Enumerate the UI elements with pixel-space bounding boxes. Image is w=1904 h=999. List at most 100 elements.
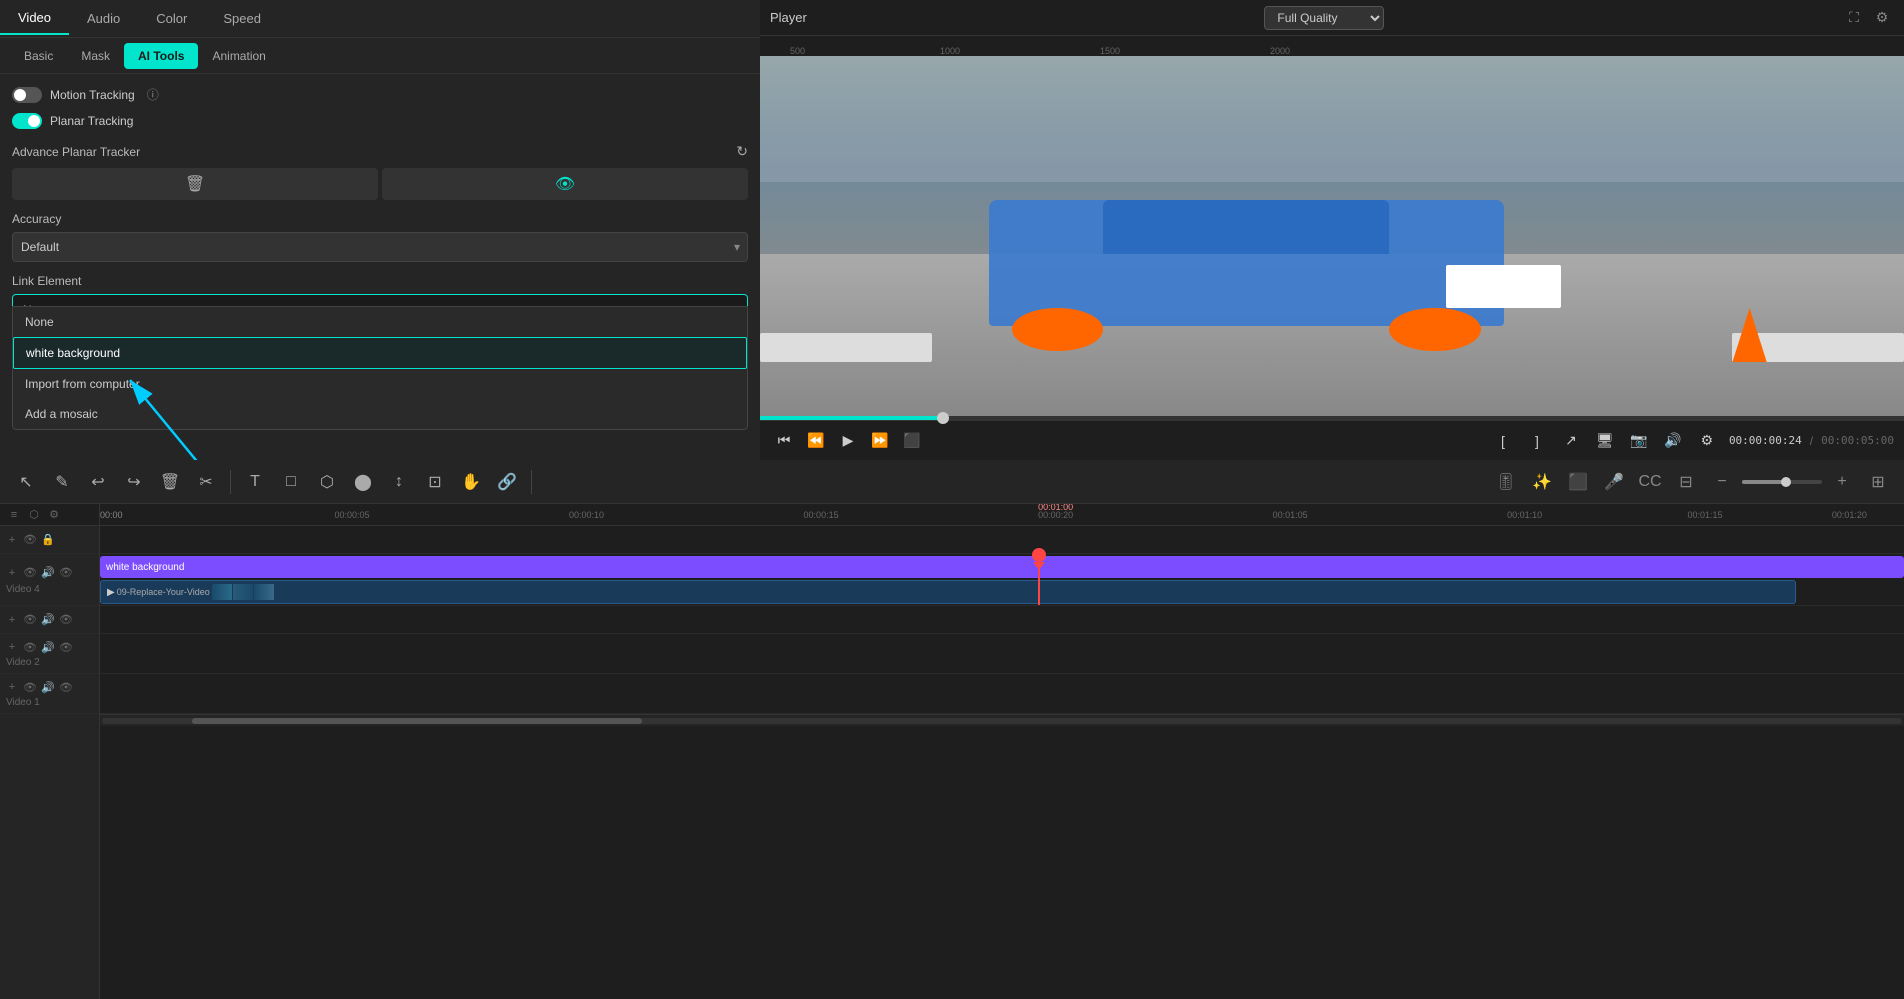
link-tool-button[interactable]: 🔗 xyxy=(491,466,523,498)
timeline-left-sidebar: ≡ ⬡ ⚙ + 👁 🔒 + 👁 🔊 👁 Video 4 + xyxy=(0,504,100,999)
caption-button[interactable]: CC xyxy=(1634,466,1666,498)
add-track-button[interactable]: ≡ xyxy=(6,507,22,523)
mid-eye-btn[interactable]: 👁 xyxy=(22,612,38,628)
cog-track-button[interactable]: ⚙ xyxy=(46,507,62,523)
motion-tracking-info-icon: ⓘ xyxy=(147,86,159,103)
progress-handle[interactable] xyxy=(937,412,949,424)
accuracy-select[interactable]: Default High Low xyxy=(12,232,748,262)
edit-tool-button[interactable]: ✎ xyxy=(46,466,78,498)
dropdown-option-import[interactable]: Import from computer xyxy=(13,369,747,399)
motion-tracking-label: Motion Tracking xyxy=(50,88,135,102)
monitor-icon[interactable]: 🖥 xyxy=(1591,427,1619,455)
mid-audio-btn[interactable]: 🔊 xyxy=(40,612,56,628)
tab-video[interactable]: Video xyxy=(0,2,69,35)
grid-view-button[interactable]: ⊞ xyxy=(1862,466,1894,498)
v2-add-btn[interactable]: + xyxy=(4,639,20,655)
dropdown-option-mosaic[interactable]: Add a mosaic xyxy=(13,399,747,429)
fx-button[interactable]: ✨ xyxy=(1526,466,1558,498)
transform-tool-button[interactable]: ↕ xyxy=(383,466,415,498)
fullscreen-icon[interactable]: ⛶ xyxy=(1842,6,1866,30)
subtab-animation[interactable]: Animation xyxy=(198,43,279,69)
type-tool-button[interactable]: T xyxy=(239,466,271,498)
delete-tracker-button[interactable]: 🗑 xyxy=(12,168,378,200)
settings-icon[interactable]: ⚙ xyxy=(1870,6,1894,30)
zoom-plus-button[interactable]: + xyxy=(1826,466,1858,498)
audio-mix-button[interactable]: 🎚 xyxy=(1490,466,1522,498)
magnet-button[interactable]: ⬡ xyxy=(26,507,42,523)
undo-button[interactable]: ↩ xyxy=(82,466,114,498)
video-clip[interactable]: ▶ 09-Replace-Your-Video xyxy=(100,580,1796,604)
main-toolbar: ↖ ✎ ↩ ↪ 🗑 ✂ T □ ⬡ ⬤ ↕ ⊡ ✋ 🔗 🎚 ✨ ⬛ 🎤 CC ⊟… xyxy=(0,460,1904,504)
v1-eye-btn[interactable]: 👁 xyxy=(22,679,38,695)
mic-button[interactable]: 🎤 xyxy=(1598,466,1630,498)
delete-button[interactable]: 🗑 xyxy=(154,466,186,498)
v2-eye-btn[interactable]: 👁 xyxy=(22,639,38,655)
v4-vis-btn[interactable]: 👁 xyxy=(58,565,74,581)
white-background-clip[interactable]: white background xyxy=(100,556,1904,578)
crop-tool-button[interactable]: ⊡ xyxy=(419,466,451,498)
tab-color[interactable]: Color xyxy=(138,3,205,34)
bracket-left-icon[interactable]: [ xyxy=(1489,427,1517,455)
rect-tool-button[interactable]: □ xyxy=(275,466,307,498)
subtab-ai-tools[interactable]: AI Tools xyxy=(124,43,198,69)
zoom-minus-button[interactable]: − xyxy=(1706,466,1738,498)
current-time-display: 00:00:00:24 xyxy=(1729,434,1802,447)
track-add-btn-1[interactable]: + xyxy=(4,532,20,548)
volume-icon[interactable]: 🔊 xyxy=(1659,427,1687,455)
tab-speed[interactable]: Speed xyxy=(205,3,279,34)
mid-vis-btn[interactable]: 👁 xyxy=(58,612,74,628)
v1-audio-btn[interactable]: 🔊 xyxy=(40,679,56,695)
quality-select[interactable]: Full Quality Half Quality Quarter Qualit… xyxy=(1264,6,1384,30)
v4-audio-btn[interactable]: 🔊 xyxy=(40,565,56,581)
playback-icons-group: [ ] ↗ 🖥 📷 🔊 ⚙ xyxy=(1489,427,1721,455)
shape-tool-button[interactable]: ⬡ xyxy=(311,466,343,498)
playhead-marker xyxy=(1038,554,1040,605)
bracket-right-icon[interactable]: ] xyxy=(1523,427,1551,455)
track-row-clips: white background ▶ 09-Replace-Your-Video xyxy=(100,554,1904,606)
v4-add-btn[interactable]: + xyxy=(4,565,20,581)
refresh-icon[interactable]: ↻ xyxy=(736,143,748,160)
forward-frame-button[interactable]: ⏩ xyxy=(866,427,894,455)
circle-tool-button[interactable]: ⬤ xyxy=(347,466,379,498)
v1-add-btn[interactable]: + xyxy=(4,679,20,695)
v1-vis-btn[interactable]: 👁 xyxy=(58,679,74,695)
settings2-icon[interactable]: ⚙ xyxy=(1693,427,1721,455)
tab-audio[interactable]: Audio xyxy=(69,3,138,34)
time-separator: / xyxy=(1810,434,1813,448)
track-row-video2: + 👁 🔊 👁 Video 2 xyxy=(0,634,99,674)
v4-eye-btn[interactable]: 👁 xyxy=(22,565,38,581)
pan-tool-button[interactable]: ✋ xyxy=(455,466,487,498)
timeline-scrollbar[interactable] xyxy=(100,714,1904,726)
timeline-tracks-area: 00:00 00:00:05 00:00:10 00:00:15 00:00:2… xyxy=(100,504,1904,999)
planar-tracking-toggle[interactable] xyxy=(12,113,42,129)
v2-audio-btn[interactable]: 🔊 xyxy=(40,639,56,655)
track-lock-btn-1[interactable]: 🔒 xyxy=(40,532,56,548)
track-eye-btn-1[interactable]: 👁 xyxy=(22,532,38,548)
toolbar-separator-2 xyxy=(531,470,532,494)
split-button[interactable]: ✂ xyxy=(190,466,222,498)
redo-button[interactable]: ↪ xyxy=(118,466,150,498)
pip-button[interactable]: ⊟ xyxy=(1670,466,1702,498)
send-to-icon[interactable]: ↗ xyxy=(1557,427,1585,455)
dropdown-option-none[interactable]: None xyxy=(13,307,747,337)
sub-tabs-bar: Basic Mask AI Tools Animation xyxy=(0,38,760,74)
motion-tracking-toggle[interactable] xyxy=(12,87,42,103)
stop-button[interactable]: ⬛ xyxy=(898,427,926,455)
camera-icon[interactable]: 📷 xyxy=(1625,427,1653,455)
back-frame-button[interactable]: ⏪ xyxy=(802,427,830,455)
mid-add-btn[interactable]: + xyxy=(4,612,20,628)
select-tool-button[interactable]: ↖ xyxy=(10,466,42,498)
v2-vis-btn[interactable]: 👁 xyxy=(58,639,74,655)
player-icon-group: ⛶ ⚙ xyxy=(1842,6,1894,30)
subtab-basic[interactable]: Basic xyxy=(10,43,67,69)
subtab-mask[interactable]: Mask xyxy=(67,43,124,69)
progress-bar[interactable] xyxy=(760,416,1904,420)
player-header: Player Full Quality Half Quality Quarter… xyxy=(760,0,1904,36)
transition-button[interactable]: ⬛ xyxy=(1562,466,1594,498)
dropdown-option-white-bg[interactable]: white background xyxy=(13,337,747,369)
rewind-button[interactable]: ⏮ xyxy=(770,427,798,455)
video-preview-area xyxy=(760,56,1904,416)
play-button[interactable]: ▶ xyxy=(834,427,862,455)
track-row-3 xyxy=(100,606,1904,634)
eye-tracker-button[interactable]: 👁 xyxy=(382,168,748,200)
